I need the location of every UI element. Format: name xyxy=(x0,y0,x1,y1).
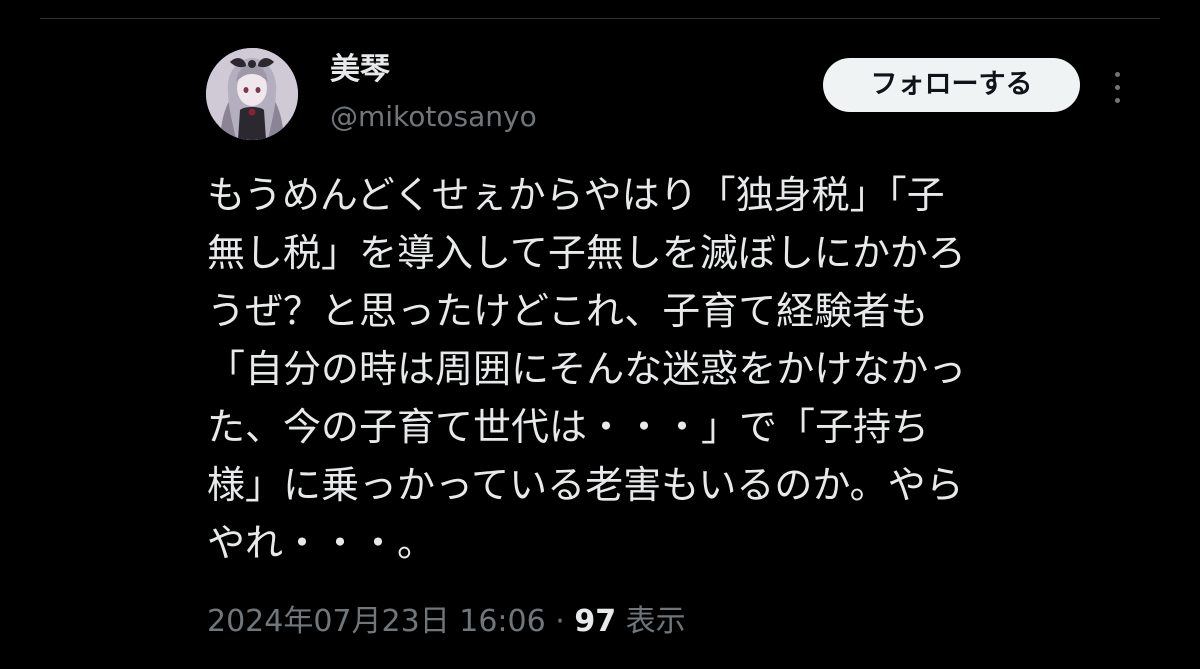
views-count: 97 xyxy=(574,604,617,639)
more-dot xyxy=(1115,72,1120,77)
avatar[interactable] xyxy=(206,48,298,140)
tweet: 美琴 @mikotosanyo フォローする もうめんどくせぇからやはり「独身税… xyxy=(0,0,1200,669)
views-label: 表示 xyxy=(625,604,686,639)
meta-separator: · xyxy=(555,604,565,639)
tweet-text: もうめんどくせぇからやはり「独身税」「子 無し税」を導入して子無しを滅ぼしにかか… xyxy=(207,173,967,565)
tweet-meta: 2024年07月23日 16:06 · 97 表示 xyxy=(207,600,686,644)
more-dots-icon[interactable] xyxy=(1102,70,1132,106)
more-dot xyxy=(1115,98,1120,103)
display-name[interactable]: 美琴 xyxy=(330,52,390,88)
timestamp[interactable]: 2024年07月23日 16:06 xyxy=(207,604,546,639)
follow-button[interactable]: フォローする xyxy=(823,58,1080,112)
avatar-icon xyxy=(206,48,298,140)
user-handle[interactable]: @mikotosanyo xyxy=(330,100,537,134)
more-dot xyxy=(1115,85,1120,90)
